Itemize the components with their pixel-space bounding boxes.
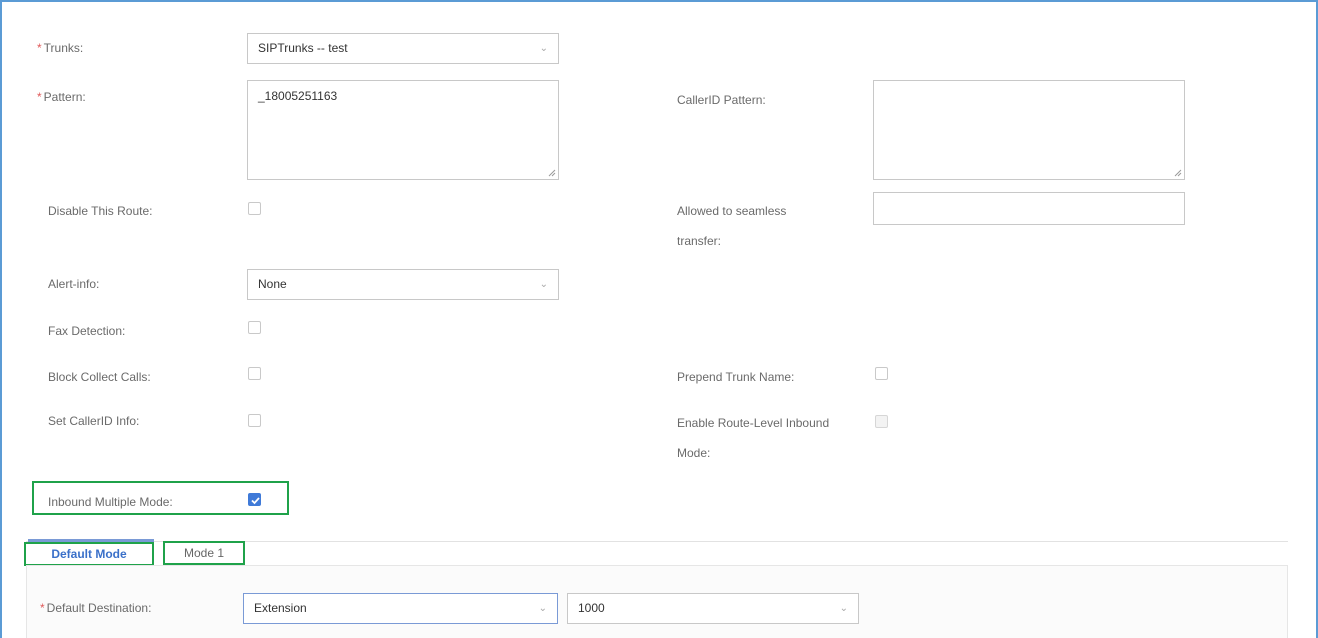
chevron-down-icon: ⌄ [539,279,548,290]
route-level-inbound-label-line2: Mode: [677,446,711,460]
pattern-label: * Pattern: [37,90,86,104]
seamless-transfer-label-line2: transfer: [677,234,722,248]
tab-default-mode[interactable]: Default Mode [26,542,152,564]
inbound-multiple-label: Inbound Multiple Mode: [48,495,173,509]
default-destination-value-text: 1000 [578,601,605,615]
prepend-trunk-label: Prepend Trunk Name: [677,370,795,384]
trunks-select-value: SIPTrunks -- test [258,41,348,55]
seamless-transfer-label-line1: Allowed to seamless [677,204,787,218]
inbound-multiple-checkbox[interactable] [248,493,261,506]
pattern-textarea[interactable]: _18005251163 [247,80,559,180]
chevron-down-icon: ⌄ [539,43,548,54]
alert-info-select-value: None [258,277,287,291]
tab-mode-1[interactable]: Mode 1 [165,541,243,563]
set-callerid-checkbox[interactable] [248,414,261,427]
chevron-down-icon: ⌄ [839,603,848,614]
trunks-label: * Trunks: [37,41,84,55]
pattern-value: _18005251163 [258,89,338,103]
fax-detection-checkbox[interactable] [248,321,261,334]
check-icon [251,497,260,505]
default-destination-label: * Default Destination: [40,601,152,615]
alert-info-label: Alert-info: [48,277,100,291]
disable-route-label: Disable This Route: [48,204,153,218]
fax-detection-label: Fax Detection: [48,324,126,338]
default-destination-type-value: Extension [254,601,307,615]
trunks-select[interactable]: SIPTrunks -- test ⌄ [247,33,559,64]
resize-grip-icon[interactable] [1173,168,1182,177]
route-level-inbound-checkbox[interactable] [875,415,888,428]
alert-info-select[interactable]: None ⌄ [247,269,559,300]
seamless-transfer-input[interactable] [873,192,1185,225]
callerid-pattern-textarea[interactable] [873,80,1185,180]
prepend-trunk-checkbox[interactable] [875,367,888,380]
disable-route-checkbox[interactable] [248,202,261,215]
block-collect-label: Block Collect Calls: [48,370,151,384]
default-destination-type-select[interactable]: Extension ⌄ [243,593,558,624]
callerid-pattern-label: CallerID Pattern: [677,93,766,107]
block-collect-checkbox[interactable] [248,367,261,380]
default-destination-value-select[interactable]: 1000 ⌄ [567,593,859,624]
chevron-down-icon: ⌄ [538,603,547,614]
set-callerid-label: Set CallerID Info: [48,414,140,428]
resize-grip-icon[interactable] [547,168,556,177]
route-level-inbound-label-line1: Enable Route-Level Inbound [677,416,830,430]
